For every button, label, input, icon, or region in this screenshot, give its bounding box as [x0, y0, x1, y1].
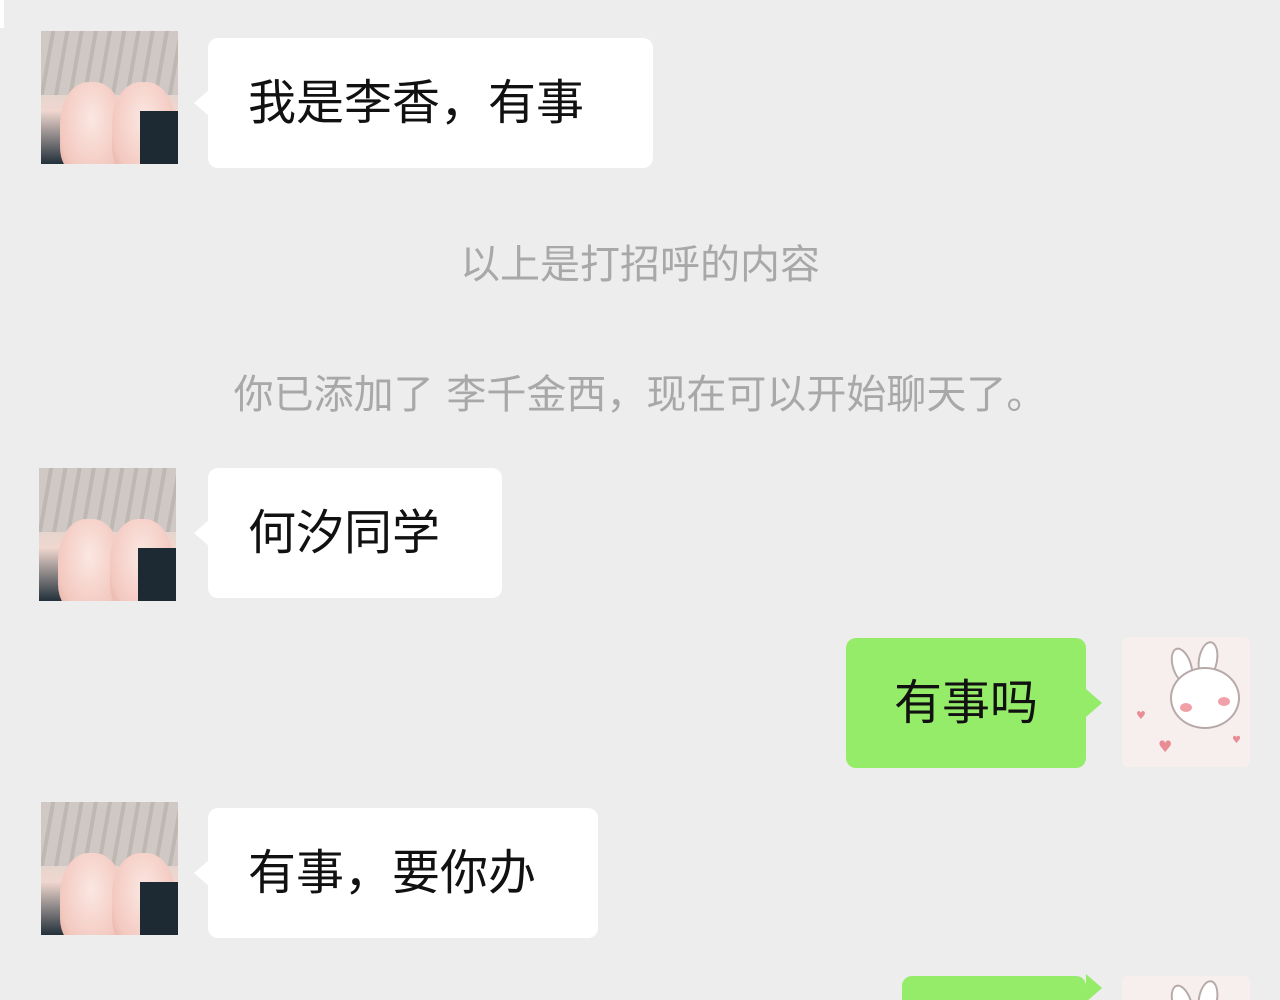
message-text: 有事，要你办: [248, 845, 537, 901]
message-bubble-incoming[interactable]: 何汐同学: [194, 468, 502, 598]
message-text: 我是李香，有事: [248, 75, 585, 131]
message-bubble-incoming[interactable]: 我是李香，有事: [194, 38, 653, 168]
heart-icon: ♥: [1136, 709, 1146, 722]
contact-avatar[interactable]: [41, 31, 178, 164]
contact-avatar[interactable]: [41, 802, 178, 935]
heart-icon: ♥: [1232, 735, 1241, 746]
self-avatar[interactable]: ♥ ♥ ♥: [1122, 637, 1250, 767]
system-note-greeting: 以上是打招呼的内容: [460, 242, 820, 288]
heart-icon: ♥: [1158, 737, 1173, 756]
chat-window: 我是李香，有事 以上是打招呼的内容 你已添加了 李千金西，现在可以开始聊天了。 …: [0, 0, 1280, 1000]
self-avatar[interactable]: [1122, 976, 1250, 1000]
message-text: 有事吗: [893, 675, 1038, 731]
message-text: 何汐同学: [248, 505, 441, 561]
contact-avatar[interactable]: [39, 468, 176, 601]
system-note-added: 你已添加了 李千金西，现在可以开始聊天了。: [233, 372, 1047, 418]
message-bubble-outgoing-partial[interactable]: [902, 974, 1102, 1000]
message-bubble-incoming[interactable]: 有事，要你办: [194, 808, 598, 938]
edge-marker: [0, 0, 4, 28]
message-bubble-outgoing[interactable]: 有事吗: [846, 638, 1102, 768]
